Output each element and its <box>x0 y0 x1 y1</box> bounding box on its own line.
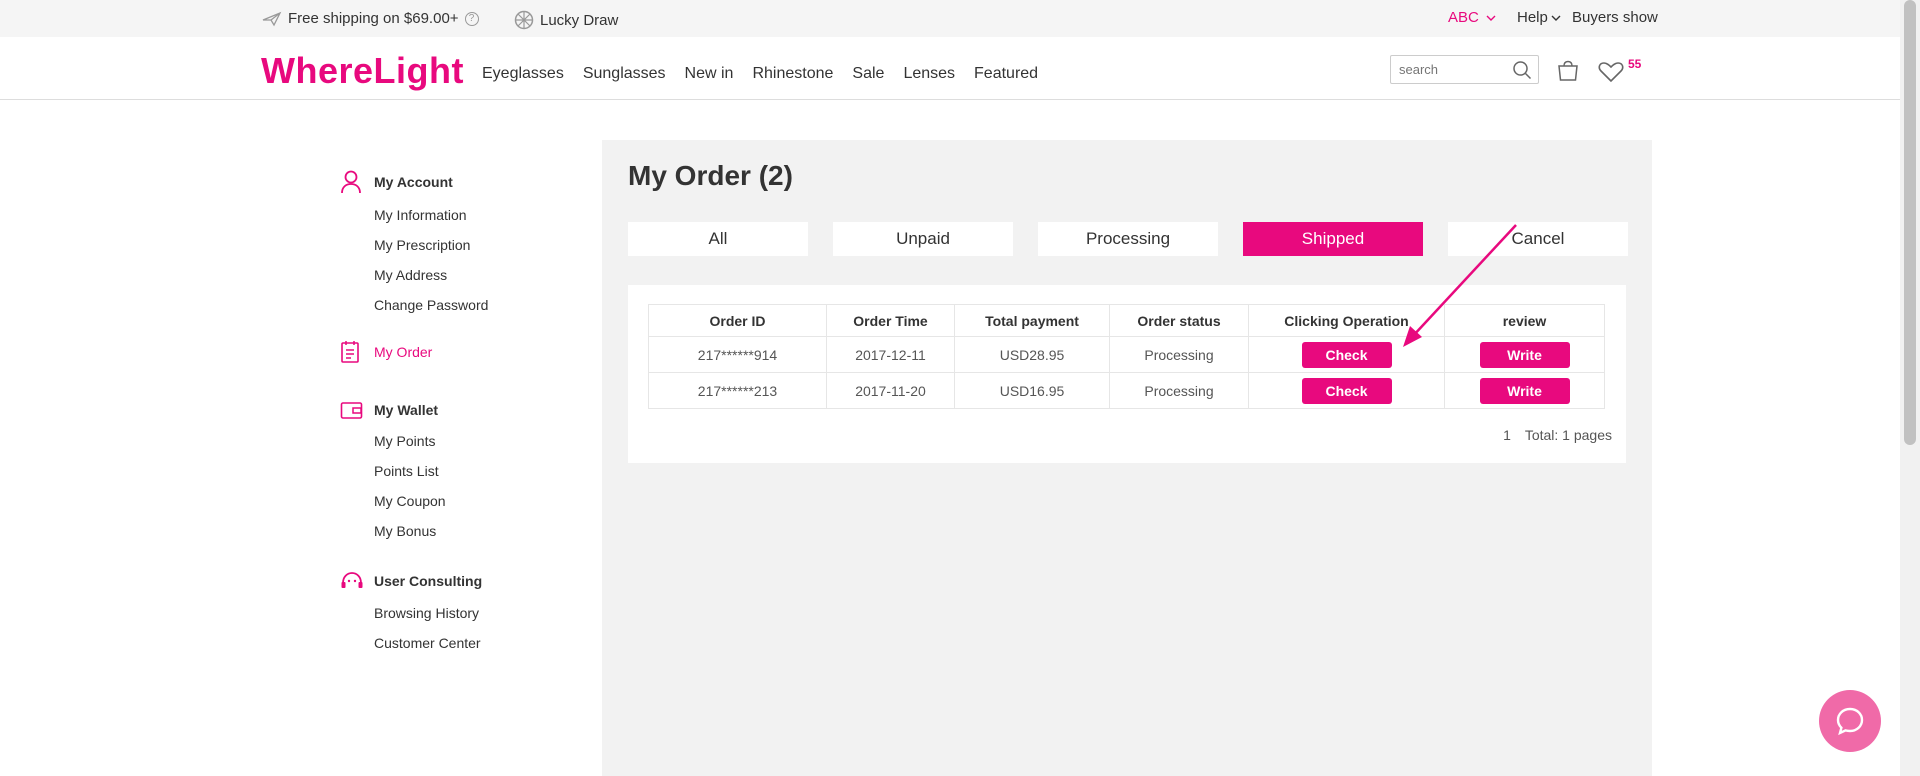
main-header: WhereLight Eyeglasses Sunglasses New in … <box>0 37 1900 100</box>
wallet-icon <box>340 402 363 419</box>
operation-cell: Check <box>1248 372 1445 409</box>
col-total-payment: Total payment <box>954 304 1110 337</box>
nav-featured[interactable]: Featured <box>974 65 1038 83</box>
order-status: Processing <box>1109 336 1249 373</box>
headset-icon <box>341 572 363 588</box>
help-menu[interactable]: Help <box>1517 9 1561 26</box>
search-icon[interactable] <box>1512 60 1532 80</box>
sidebar-item-my-address[interactable]: My Address <box>340 260 488 290</box>
tab-processing[interactable]: Processing <box>1038 222 1218 256</box>
col-order-status: Order status <box>1109 304 1249 337</box>
col-order-id: Order ID <box>648 304 827 337</box>
sidebar-section-title: My Order <box>374 344 433 360</box>
review-cell: Write <box>1444 372 1605 409</box>
heart-icon[interactable] <box>1598 61 1624 83</box>
sidebar-item-my-prescription[interactable]: My Prescription <box>340 230 488 260</box>
sidebar-item-my-wallet[interactable]: My Wallet <box>340 400 446 420</box>
sidebar-item-my-order[interactable]: My Order <box>340 340 432 364</box>
tab-unpaid[interactable]: Unpaid <box>833 222 1013 256</box>
currency-selector[interactable]: ABC <box>1448 9 1497 26</box>
sidebar-item-my-information[interactable]: My Information <box>340 200 488 230</box>
order-total: USD28.95 <box>954 336 1110 373</box>
lucky-draw-label: Lucky Draw <box>540 11 619 29</box>
sidebar-item-my-points[interactable]: My Points <box>340 426 446 456</box>
question-icon[interactable]: ? <box>464 11 479 26</box>
live-chat-button[interactable] <box>1819 690 1881 752</box>
tab-all[interactable]: All <box>628 222 808 256</box>
nav-sale[interactable]: Sale <box>852 65 884 83</box>
sidebar-item-my-bonus[interactable]: My Bonus <box>340 516 446 546</box>
order-time: 2017-12-11 <box>826 336 955 373</box>
order-time: 2017-11-20 <box>826 372 955 409</box>
sidebar-item-points-list[interactable]: Points List <box>340 456 446 486</box>
order-status: Processing <box>1109 372 1249 409</box>
review-cell: Write <box>1444 336 1605 373</box>
col-clicking-operation: Clicking Operation <box>1248 304 1445 337</box>
table-row: 217******213 2017-11-20 USD16.95 Process… <box>648 372 1605 409</box>
check-button[interactable]: Check <box>1301 341 1392 368</box>
currency-label: ABC <box>1448 9 1479 26</box>
pagination: 1 Total: 1 pages <box>1493 427 1612 443</box>
sidebar-item-my-account[interactable]: My Account <box>340 170 488 194</box>
buyers-show-link[interactable]: Buyers show <box>1572 9 1658 26</box>
sidebar-item-browsing-history[interactable]: Browsing History <box>340 598 482 628</box>
chevron-down-icon <box>1551 15 1561 21</box>
sidebar-section-title: My Account <box>374 174 453 190</box>
sidebar-item-customer-center[interactable]: Customer Center <box>340 628 482 658</box>
free-shipping-notice: Free shipping on $69.00+ ? <box>262 10 479 27</box>
nav-lenses[interactable]: Lenses <box>903 65 955 83</box>
order-id: 217******213 <box>648 372 827 409</box>
lucky-draw-link[interactable]: Lucky Draw <box>514 10 618 30</box>
page-total: Total: 1 pages <box>1524 427 1612 443</box>
tab-shipped[interactable]: Shipped <box>1243 222 1423 256</box>
search-input[interactable] <box>1391 56 1501 83</box>
table-row: 217******914 2017-12-11 USD28.95 Process… <box>648 336 1605 373</box>
main-nav: Eyeglasses Sunglasses New in Rhinestone … <box>482 65 1057 83</box>
table-header-row: Order ID Order Time Total payment Order … <box>648 304 1605 337</box>
search-box <box>1390 55 1539 84</box>
sidebar-section-order: My Order <box>340 340 432 364</box>
help-label: Help <box>1517 9 1548 26</box>
sidebar-item-user-consulting[interactable]: User Consulting <box>340 570 482 592</box>
plane-icon <box>262 11 282 26</box>
order-panel: My Order (2) All Unpaid Processing Shipp… <box>602 140 1652 776</box>
sidebar-section-title: My Wallet <box>374 402 439 418</box>
page-scrollbar[interactable] <box>1900 0 1920 776</box>
sidebar-section-title: User Consulting <box>374 573 483 589</box>
free-shipping-text: Free shipping on $69.00+ <box>288 10 459 27</box>
page-title: My Order (2) <box>628 160 793 191</box>
top-bar: Free shipping on $69.00+ ? Lucky Draw AB… <box>0 0 1900 37</box>
chevron-down-icon <box>1486 15 1496 21</box>
nav-rhinestone[interactable]: Rhinestone <box>752 65 833 83</box>
page-number[interactable]: 1 <box>1503 427 1511 443</box>
tab-cancel[interactable]: Cancel <box>1448 222 1628 256</box>
col-order-time: Order Time <box>826 304 955 337</box>
nav-new-in[interactable]: New in <box>685 65 734 83</box>
check-button[interactable]: Check <box>1301 377 1392 404</box>
order-table-panel: Order ID Order Time Total payment Order … <box>628 285 1626 463</box>
sidebar-section-account: My Account My Information My Prescriptio… <box>340 170 488 320</box>
write-review-button[interactable]: Write <box>1479 341 1570 368</box>
wishlist-count-badge: 55 <box>1628 57 1642 71</box>
sidebar-item-change-password[interactable]: Change Password <box>340 290 488 320</box>
scrollbar-thumb[interactable] <box>1904 0 1916 445</box>
order-id: 217******914 <box>648 336 827 373</box>
sidebar-section-wallet: My Wallet My Points Points List My Coupo… <box>340 400 446 546</box>
order-total: USD16.95 <box>954 372 1110 409</box>
site-logo[interactable]: WhereLight <box>261 50 464 92</box>
sidebar-section-consulting: User Consulting Browsing History Custome… <box>340 570 482 658</box>
order-list-icon <box>341 341 359 363</box>
sidebar-item-my-coupon[interactable]: My Coupon <box>340 486 446 516</box>
order-table: Order ID Order Time Total payment Order … <box>648 304 1605 409</box>
cart-icon[interactable] <box>1556 60 1580 82</box>
chat-icon <box>1836 707 1864 736</box>
buyers-show-label: Buyers show <box>1572 9 1658 26</box>
col-review: review <box>1444 304 1605 337</box>
wheel-icon <box>514 10 534 30</box>
user-icon <box>341 170 361 194</box>
nav-eyeglasses[interactable]: Eyeglasses <box>482 65 564 83</box>
write-review-button[interactable]: Write <box>1479 377 1570 404</box>
operation-cell: Check <box>1248 336 1445 373</box>
nav-sunglasses[interactable]: Sunglasses <box>583 65 666 83</box>
